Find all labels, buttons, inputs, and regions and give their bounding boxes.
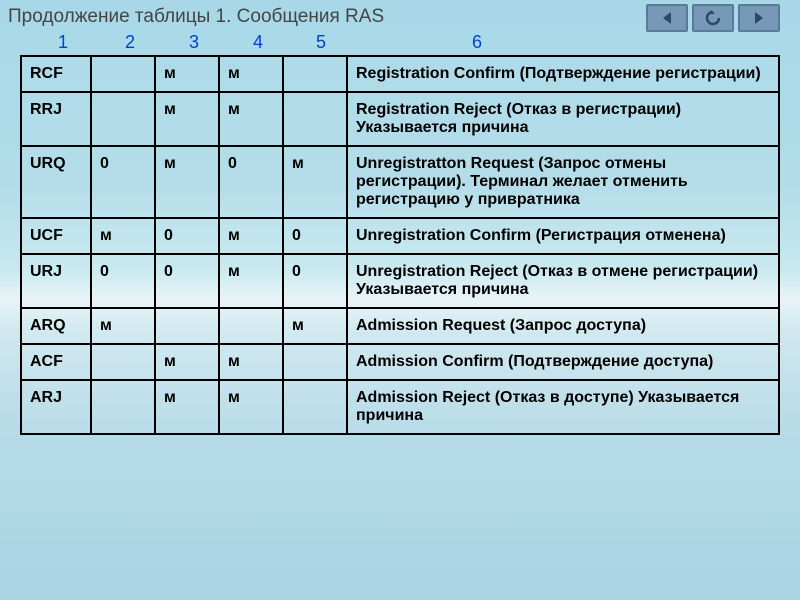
cell-c2: м [155,344,219,380]
cell-c2: м [155,380,219,434]
cell-c1 [91,92,155,146]
cell-c1 [91,56,155,92]
cell-c2: м [155,56,219,92]
col-num-5: 5 [290,32,352,53]
cell-c4 [283,92,347,146]
cell-c4: 0 [283,218,347,254]
cell-c2: 0 [155,218,219,254]
msg-desc: Admission Confirm (Подтверждение доступа… [347,344,779,380]
msg-code: ARJ [21,380,91,434]
cell-c3: м [219,380,283,434]
prev-button[interactable] [646,4,688,32]
msg-desc: Admission Reject (Отказ в доступе) Указы… [347,380,779,434]
ras-table: RCFммRegistration Confirm (Подтверждение… [20,55,780,435]
cell-c4 [283,380,347,434]
cell-c3: м [219,218,283,254]
msg-desc: Registration Confirm (Подтверждение реги… [347,56,779,92]
msg-desc: Unregistration Reject (Отказ в отмене ре… [347,254,779,308]
col-num-1: 1 [28,32,98,53]
col-num-2: 2 [98,32,162,53]
msg-code: URQ [21,146,91,218]
cell-c2: 0 [155,254,219,308]
cell-c1 [91,344,155,380]
msg-code: ACF [21,344,91,380]
cell-c4 [283,56,347,92]
table-row: ARJ мм Admission Reject (Отказ в доступе) … [21,380,779,434]
msg-code: ARQ [21,308,91,344]
table-row: URJ00м0Unregistration Reject (Отказ в от… [21,254,779,308]
cell-c1: м [91,218,155,254]
msg-code: UCF [21,218,91,254]
msg-desc: Registration Reject (Отказ в регистрации… [347,92,779,146]
cell-c4 [283,344,347,380]
cell-c3: м [219,56,283,92]
cell-c4: м [283,146,347,218]
column-headers: 1 2 3 4 5 6 [0,32,800,55]
next-button[interactable] [738,4,780,32]
cell-c1: 0 [91,254,155,308]
table-row: ARQммAdmission Request (Запрос доступа) [21,308,779,344]
cell-c2: м [155,92,219,146]
msg-code: RCF [21,56,91,92]
col-num-4: 4 [226,32,290,53]
cell-c4: м [283,308,347,344]
msg-desc: Unregistratton Request (Запрос отмены ре… [347,146,779,218]
cell-c3: м [219,92,283,146]
cell-c3 [219,308,283,344]
nav-buttons [646,4,780,32]
cell-c2: м [155,146,219,218]
cell-c3: м [219,344,283,380]
cell-c3: 0 [219,146,283,218]
cell-c1: м [91,308,155,344]
cell-c3: м [219,254,283,308]
table-row: ACF мм Admission Confirm (Подтверждение до… [21,344,779,380]
cell-c4: 0 [283,254,347,308]
msg-desc: Unregistration Confirm (Регистрация отме… [347,218,779,254]
msg-desc: Admission Request (Запрос доступа) [347,308,779,344]
table-row: UCFм0м0Unregistration Confirm (Регистрац… [21,218,779,254]
cell-c2 [155,308,219,344]
table-row: URQ0м0мUnregistratton Request (Запрос от… [21,146,779,218]
col-num-3: 3 [162,32,226,53]
table-row: RCF мм Registration Confirm (Подтверждение… [21,56,779,92]
msg-code: URJ [21,254,91,308]
home-button[interactable] [692,4,734,32]
cell-c1 [91,380,155,434]
cell-c1: 0 [91,146,155,218]
msg-code: RRJ [21,92,91,146]
table-row: RRJ мм Registration Reject (Отказ в регист… [21,92,779,146]
col-num-6: 6 [352,32,602,53]
